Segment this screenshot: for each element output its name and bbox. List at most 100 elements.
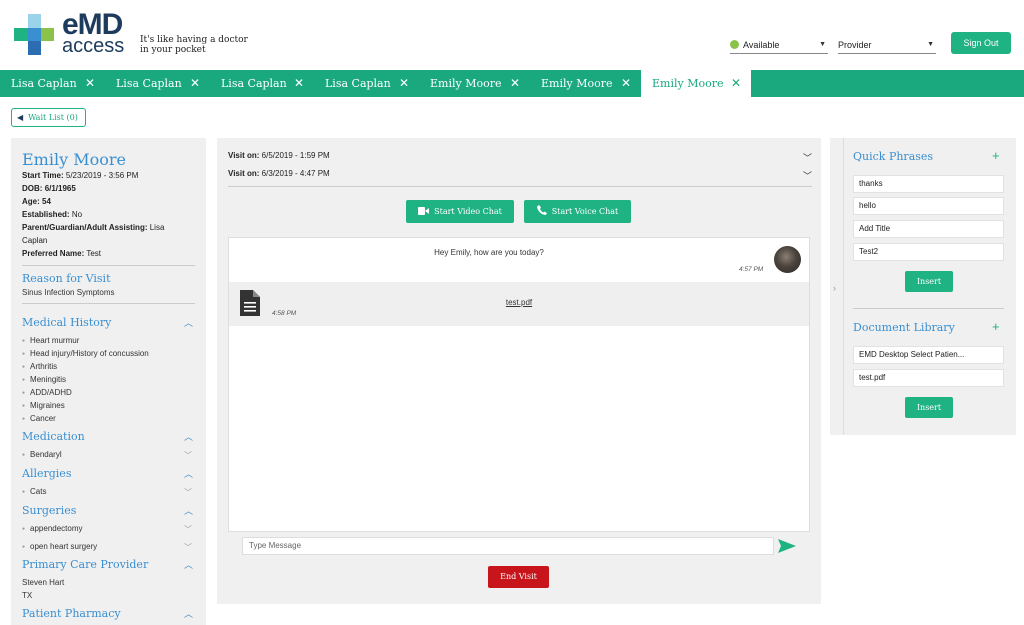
add-icon[interactable]: +: [992, 148, 1000, 163]
tools-panel: › Quick Phrases + thanks hello Add Title…: [830, 138, 1016, 435]
medical-history-heading[interactable]: Medical History: [22, 316, 111, 329]
quick-phrase-item[interactable]: thanks: [853, 175, 1004, 193]
medication-heading[interactable]: Medication: [22, 430, 85, 443]
patient-pharmacy-heading[interactable]: Patient Pharmacy: [22, 607, 121, 620]
chat-file-message: test.pdf 4:58 PM: [229, 282, 809, 326]
tab-label: Emily Moore: [430, 77, 502, 90]
avatar: [774, 246, 801, 273]
start-time-label: Start Time:: [22, 171, 64, 180]
chevron-up-icon[interactable]: ︿: [184, 607, 193, 620]
close-icon[interactable]: ✕: [399, 70, 409, 97]
tagline: It's like having a doctor in your pocket: [140, 35, 248, 55]
wait-list-label: Wait List (0): [28, 113, 78, 122]
start-video-chat-button[interactable]: Start Video Chat: [406, 200, 514, 223]
document-item[interactable]: test.pdf: [853, 369, 1004, 387]
visit-chat-panel: Visit on: 6/5/2019 - 1:59 PM ﹀ Visit on:…: [217, 138, 821, 604]
quick-phrase-item[interactable]: hello: [853, 197, 1004, 215]
medical-history-item: Migraines: [22, 401, 65, 410]
patient-tab[interactable]: Emily Moore ✕: [530, 70, 641, 97]
video-camera-icon: [418, 207, 430, 215]
add-icon[interactable]: +: [992, 319, 1000, 334]
primary-care-provider-heading[interactable]: Primary Care Provider: [22, 558, 148, 571]
close-icon[interactable]: ✕: [294, 70, 304, 97]
pcp-state: TX: [22, 591, 33, 600]
close-icon[interactable]: ✕: [731, 70, 741, 97]
patient-tab-active[interactable]: Emily Moore ✕: [641, 70, 751, 97]
chevron-up-icon[interactable]: ︿: [184, 558, 193, 571]
surgery-item: appendectomy: [22, 524, 82, 533]
medication-item: Bendaryl: [22, 450, 62, 459]
quick-phrases-heading: Quick Phrases: [853, 150, 934, 163]
quick-phrase-item[interactable]: Add Title: [853, 220, 1004, 238]
chevron-down-icon[interactable]: ﹀: [184, 450, 192, 461]
medical-history-item: Head injury/History of concussion: [22, 349, 149, 358]
guardian-label: Parent/Guardian/Adult Assisting:: [22, 223, 148, 232]
patient-name: Emily Moore: [22, 150, 126, 169]
start-voice-chat-button[interactable]: Start Voice Chat: [524, 200, 631, 223]
divider: [22, 265, 195, 266]
chevron-up-icon[interactable]: ︿: [184, 316, 193, 329]
chevron-down-icon[interactable]: ﹀: [803, 169, 812, 182]
document-item[interactable]: EMD Desktop Select Patien...: [853, 346, 1004, 364]
visit-row[interactable]: Visit on: 6/3/2019 - 4:47 PM ﹀: [228, 169, 812, 181]
guardian-value: Lisa: [149, 223, 165, 232]
chevron-down-icon[interactable]: ﹀: [184, 524, 192, 535]
divider: [22, 303, 195, 304]
divider: [853, 308, 1004, 309]
app-header: eMD access It's like having a doctor in …: [0, 0, 1024, 70]
chevron-up-icon[interactable]: ︿: [184, 430, 193, 443]
medical-history-item: Cancer: [22, 414, 56, 423]
patient-tab[interactable]: Lisa Caplan ✕: [314, 70, 419, 97]
close-icon[interactable]: ✕: [510, 70, 520, 97]
wait-list-button[interactable]: ◀ Wait List (0): [11, 108, 86, 127]
chevron-up-icon[interactable]: ︿: [184, 504, 193, 517]
phone-icon: [536, 205, 547, 215]
status-value: Available: [743, 40, 780, 50]
reason-for-visit-heading: Reason for Visit: [22, 272, 111, 285]
tab-label: Lisa Caplan: [221, 77, 287, 90]
pcp-name: Steven Hart: [22, 578, 65, 587]
close-icon[interactable]: ✕: [621, 70, 631, 97]
close-icon[interactable]: ✕: [190, 70, 200, 97]
guardian-line-cont: Caplan: [22, 236, 48, 245]
surgeries-heading[interactable]: Surgeries: [22, 504, 76, 517]
end-visit-button[interactable]: End Visit: [488, 566, 549, 588]
start-time-value: 5/23/2019 - 3:56 PM: [65, 171, 139, 180]
age-value: 54: [42, 197, 51, 206]
patient-tab[interactable]: Lisa Caplan ✕: [105, 70, 210, 97]
caret-left-icon: ◀: [17, 113, 24, 122]
established-label: Established:: [22, 210, 70, 219]
chevron-down-icon[interactable]: ﹀: [184, 487, 192, 498]
visit-label: Visit on:: [228, 151, 260, 160]
patient-tab[interactable]: Emily Moore ✕: [419, 70, 530, 97]
chevron-down-icon[interactable]: ﹀: [184, 542, 192, 553]
visit-row[interactable]: Visit on: 6/5/2019 - 1:59 PM ﹀: [228, 151, 812, 163]
patient-tab[interactable]: Lisa Caplan ✕: [0, 70, 105, 97]
role-select[interactable]: Provider ▼: [838, 36, 936, 54]
quick-phrase-item[interactable]: Test2: [853, 243, 1004, 261]
medical-history-item: Meningitis: [22, 375, 66, 384]
close-icon[interactable]: ✕: [85, 70, 95, 97]
chevron-right-icon[interactable]: ›: [833, 283, 836, 293]
visit-label: Visit on:: [228, 169, 260, 178]
collapse-panel-handle[interactable]: ›: [830, 138, 844, 435]
document-library-heading: Document Library: [853, 321, 955, 334]
chevron-up-icon[interactable]: ︿: [184, 467, 193, 480]
message-input[interactable]: Type Message: [242, 537, 774, 555]
allergies-heading[interactable]: Allergies: [22, 467, 71, 480]
dob-label: DOB:: [22, 184, 43, 193]
chevron-down-icon: ▼: [927, 41, 934, 48]
chat-message-time: 4:58 PM: [272, 310, 297, 317]
send-icon[interactable]: [778, 537, 796, 555]
medical-history-item: ADD/ADHD: [22, 388, 72, 397]
tab-label: Emily Moore: [541, 77, 613, 90]
status-select[interactable]: Available ▼: [730, 36, 828, 54]
chevron-down-icon[interactable]: ﹀: [803, 151, 812, 164]
insert-phrase-button[interactable]: Insert: [905, 271, 953, 292]
patient-tab[interactable]: Lisa Caplan ✕: [210, 70, 314, 97]
guardian-line: Parent/Guardian/Adult Assisting: Lisa: [22, 221, 164, 234]
sign-out-button[interactable]: Sign Out: [951, 32, 1011, 54]
insert-document-button[interactable]: Insert: [905, 397, 953, 418]
file-link[interactable]: test.pdf: [229, 298, 809, 307]
patient-info-panel: Emily Moore Start Time: 5/23/2019 - 3:56…: [11, 138, 206, 625]
